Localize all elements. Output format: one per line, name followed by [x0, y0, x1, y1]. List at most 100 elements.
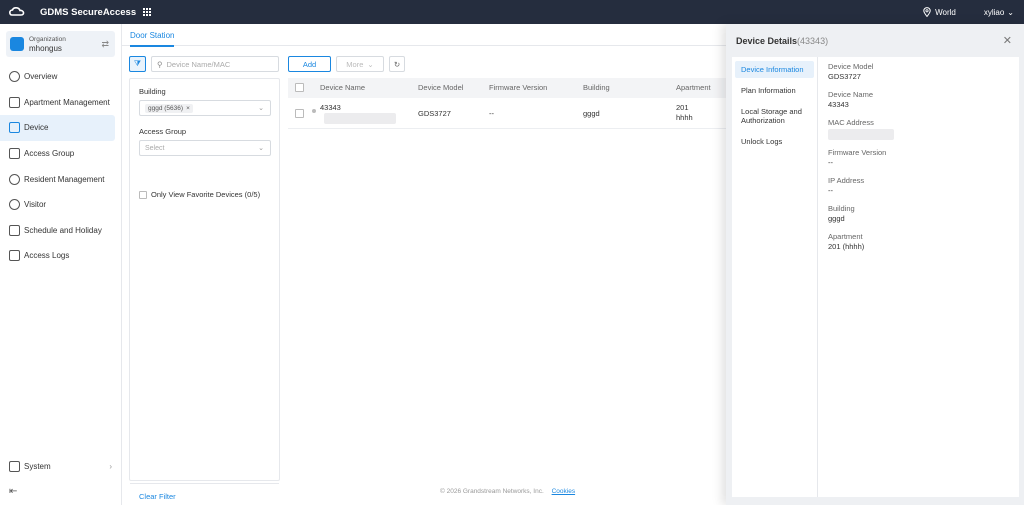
- apartment-number-cell: 201: [676, 103, 689, 112]
- organization-switcher[interactable]: Organization mhongus ⇄: [6, 31, 115, 57]
- detail-field: Apartment 201 (hhhh): [828, 232, 1009, 252]
- sidebar-item-overview[interactable]: Overview: [0, 64, 115, 90]
- column-header[interactable]: Building: [583, 83, 610, 92]
- app-grid-icon[interactable]: [143, 8, 152, 16]
- organization-label: Organization: [29, 36, 66, 43]
- status-dot: [312, 109, 316, 113]
- location-pin-icon: [923, 7, 931, 17]
- user-menu[interactable]: xyliao ⌄: [984, 8, 1014, 17]
- apartment-name-cell: hhhh: [676, 113, 693, 122]
- device-icon: [9, 122, 20, 134]
- access-group-select[interactable]: Select ⌄: [139, 140, 271, 156]
- filter-icon: ⧩: [133, 59, 142, 68]
- building-filter-label: Building: [139, 87, 166, 96]
- column-header[interactable]: Device Model: [418, 83, 463, 92]
- building-chip[interactable]: gggd (5636) ×: [145, 103, 193, 113]
- calendar-icon: [9, 224, 20, 236]
- access-group-placeholder: Select: [145, 144, 165, 152]
- toolbar: Add More ⌄ ↻: [288, 55, 405, 73]
- region-selector[interactable]: World: [923, 7, 956, 17]
- sidebar-item-label: Overview: [24, 72, 58, 82]
- tab-plan-information[interactable]: Plan Information: [735, 82, 814, 99]
- device-name-cell[interactable]: 43343: [320, 103, 341, 112]
- table-header: Device Name Device Model Firmware Versio…: [288, 78, 728, 98]
- detail-value: --: [828, 186, 833, 195]
- filter-box: Building gggd (5636) × ⌄ Access Group Se…: [129, 78, 280, 501]
- chip-close-icon[interactable]: ×: [186, 105, 190, 112]
- drawer-header: Device Details(43343) ✕: [726, 24, 1024, 57]
- sidebar-item-access-logs[interactable]: Access Logs: [0, 243, 115, 269]
- sidebar-item-apartment-management[interactable]: Apartment Management: [0, 90, 115, 116]
- detail-value: --: [828, 158, 833, 167]
- favorite-devices-checkbox[interactable]: Only View Favorite Devices (0/5): [139, 190, 260, 199]
- cookies-link[interactable]: Cookies: [552, 488, 575, 495]
- chevron-down-icon: ⌄: [258, 105, 264, 112]
- device-details-drawer: Device Details(43343) ✕ Device Informati…: [726, 24, 1024, 505]
- drawer-title-id: (43343): [797, 36, 829, 46]
- drawer-panel: Device Information Plan Information Loca…: [732, 57, 1019, 497]
- access-group-icon: [9, 148, 20, 160]
- user-name: xyliao: [983, 7, 1005, 17]
- detail-value: GDS3727: [828, 72, 861, 81]
- pie-chart-icon: [9, 71, 20, 83]
- sidebar-item-schedule-and-holiday[interactable]: Schedule and Holiday: [0, 218, 115, 244]
- refresh-button[interactable]: ↻: [389, 56, 405, 72]
- more-button-label: More: [346, 59, 364, 69]
- sidebar-item-label: Schedule and Holiday: [24, 225, 102, 235]
- chevron-right-icon: ›: [109, 461, 112, 471]
- firmware-cell: --: [489, 109, 494, 118]
- detail-label: Device Name: [828, 90, 874, 99]
- sidebar-item-resident-management[interactable]: Resident Management: [0, 166, 115, 192]
- column-header[interactable]: Apartment: [676, 83, 711, 92]
- add-button[interactable]: Add: [288, 56, 331, 72]
- tab-local-storage-and-authorization[interactable]: Local Storage and Authorization: [735, 103, 814, 129]
- close-icon[interactable]: ✕: [1003, 34, 1012, 47]
- detail-field: Firmware Version --: [828, 148, 1009, 168]
- detail-label: Apartment: [828, 232, 863, 241]
- refresh-icon: ↻: [393, 59, 401, 69]
- swap-icon[interactable]: ⇄: [101, 39, 109, 50]
- visitor-icon: [9, 199, 20, 211]
- details-tabs: Device Information Plan Information Loca…: [732, 57, 818, 497]
- checkbox-box[interactable]: [139, 190, 147, 199]
- detail-field: Device Model GDS3727: [828, 62, 1009, 82]
- apps-icon: [9, 460, 20, 472]
- drawer-title-text: Device Details: [736, 36, 798, 46]
- clear-filter-link[interactable]: Clear Filter: [139, 492, 176, 501]
- more-button[interactable]: More ⌄: [336, 56, 384, 72]
- tab-door-station[interactable]: Door Station: [130, 31, 175, 47]
- region-label: World: [935, 7, 956, 17]
- sidebar-nav: Overview Apartment Management Device Acc…: [0, 64, 121, 269]
- top-bar: GDMS SecureAccess World xyliao ⌄: [0, 0, 1024, 24]
- sidebar-item-label: Device: [24, 123, 49, 133]
- favorite-devices-label: Only View Favorite Devices (0/5): [151, 190, 261, 199]
- chevron-down-icon: ⌄: [367, 59, 374, 69]
- search-input[interactable]: ⚲ Device Name/MAC: [151, 56, 279, 72]
- sidebar-item-device[interactable]: Device: [0, 115, 115, 141]
- brand-logo-icon: [8, 5, 26, 19]
- logs-icon: [9, 250, 20, 262]
- device-model-cell: GDS3727: [418, 109, 451, 118]
- tab-device-information[interactable]: Device Information: [735, 61, 814, 78]
- organization-icon: [10, 37, 24, 51]
- chevron-down-icon: ⌄: [1007, 7, 1014, 17]
- sidebar-item-label: Resident Management: [24, 174, 105, 184]
- detail-label: Building: [828, 204, 855, 213]
- collapse-sidebar-icon[interactable]: ⇤: [9, 486, 17, 497]
- sidebar-item-visitor[interactable]: Visitor: [0, 192, 115, 218]
- sidebar-item-system[interactable]: System ›: [0, 453, 116, 479]
- tab-unlock-logs[interactable]: Unlock Logs: [735, 133, 814, 150]
- detail-field: Device Name 43343: [828, 90, 1009, 110]
- column-header[interactable]: Firmware Version: [489, 83, 547, 92]
- row-checkbox[interactable]: [295, 109, 304, 118]
- building-cell: gggd: [583, 109, 600, 118]
- sidebar-item-access-group[interactable]: Access Group: [0, 141, 115, 167]
- building-select[interactable]: gggd (5636) × ⌄: [139, 100, 271, 116]
- column-header[interactable]: Device Name: [320, 83, 365, 92]
- select-all-checkbox[interactable]: [295, 83, 304, 92]
- table-row[interactable]: 43343 GDS3727 -- gggd 201 hhhh: [288, 98, 728, 129]
- organization-name: mhongus: [29, 44, 62, 53]
- filter-toggle-button[interactable]: ⧩: [129, 56, 146, 72]
- search-icon: ⚲: [157, 59, 163, 69]
- device-table: Device Name Device Model Firmware Versio…: [288, 78, 728, 129]
